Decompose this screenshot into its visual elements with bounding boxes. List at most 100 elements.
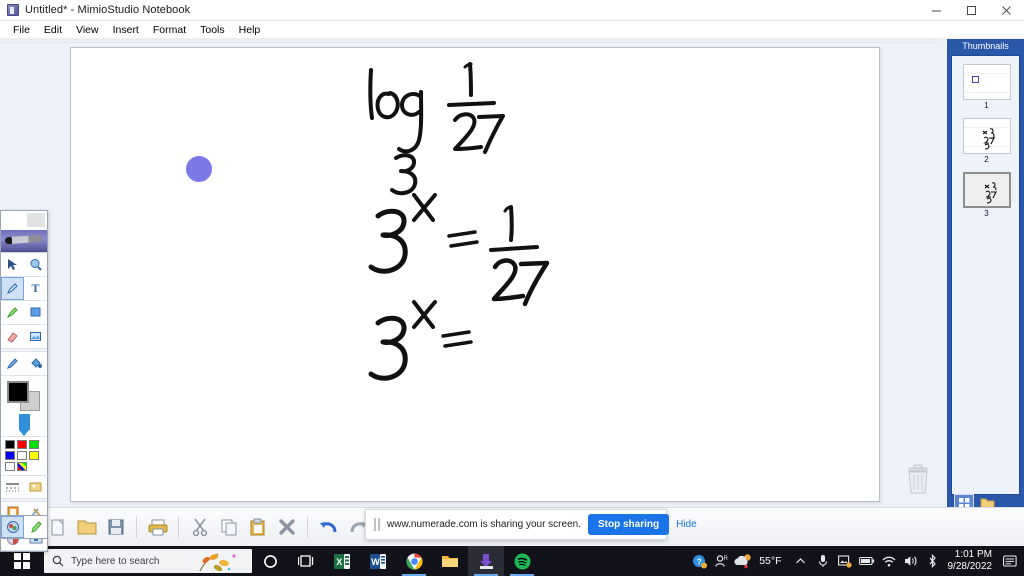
maximize-button[interactable] — [954, 0, 989, 21]
thumbnail-number-3: 3 — [984, 209, 989, 218]
menu-help[interactable]: Help — [232, 23, 268, 37]
excel-icon[interactable]: X — [324, 546, 360, 576]
print-button[interactable] — [144, 514, 171, 541]
pen-tool[interactable] — [1, 277, 24, 300]
line-thickness-control[interactable] — [1, 411, 47, 436]
handwriting-ink — [368, 62, 550, 381]
chrome-icon[interactable] — [396, 546, 432, 576]
thumbnail-number-2: 2 — [984, 155, 989, 164]
swatch-green[interactable] — [29, 440, 39, 449]
battery-icon[interactable] — [856, 546, 878, 576]
bluetooth-icon[interactable] — [922, 546, 944, 576]
thumbnail-preview-1 — [962, 64, 1011, 100]
thumbnail-page-1[interactable]: 1 — [952, 56, 1019, 110]
drag-handle-icon[interactable] — [374, 518, 380, 531]
new-button[interactable] — [44, 514, 71, 541]
recorder-tool[interactable] — [1, 516, 24, 538]
eraser-tool[interactable] — [1, 325, 24, 348]
zoom-tool[interactable] — [24, 253, 47, 276]
clock-date: 9/28/2022 — [947, 561, 993, 572]
hide-button[interactable]: Hide — [676, 519, 697, 530]
cortana-icon[interactable] — [252, 546, 288, 576]
help-icon[interactable]: ? — [688, 546, 710, 576]
preview-swatch — [27, 213, 45, 227]
open-button[interactable] — [73, 514, 100, 541]
weather-widget[interactable]: 55°F — [732, 553, 789, 569]
action-center-icon[interactable] — [1000, 546, 1020, 576]
thumbnail-preview-3 — [962, 172, 1011, 208]
task-view-icon[interactable] — [288, 546, 324, 576]
save-button[interactable] — [102, 514, 129, 541]
swatch-white[interactable] — [17, 451, 27, 460]
foreground-color-swatch[interactable] — [7, 381, 29, 403]
volume-icon[interactable] — [900, 546, 922, 576]
swatch-red[interactable] — [17, 440, 27, 449]
shape-tool[interactable] — [24, 301, 47, 324]
svg-text:X: X — [336, 557, 342, 567]
people-icon[interactable]: R — [710, 546, 732, 576]
vertical-scrollbar[interactable] — [939, 39, 947, 507]
line-style-tool[interactable] — [1, 476, 24, 498]
menu-edit[interactable]: Edit — [37, 23, 69, 37]
swatch-more-colors[interactable] — [17, 462, 27, 471]
cut-button[interactable] — [186, 514, 213, 541]
swatch-none[interactable] — [5, 462, 15, 471]
text-tool[interactable]: T — [24, 277, 47, 300]
notebook-page[interactable] — [70, 47, 928, 502]
menu-format[interactable]: Format — [146, 23, 193, 37]
copy-button[interactable] — [215, 514, 242, 541]
tool-palette: T — [0, 210, 49, 552]
swatch-yellow[interactable] — [29, 451, 39, 460]
close-button[interactable] — [989, 0, 1024, 21]
color-selector — [1, 376, 47, 437]
thumbnails-panel: Thumbnails 1 2 3 — [947, 39, 1024, 512]
delete-button[interactable] — [273, 514, 300, 541]
stop-sharing-button[interactable]: Stop sharing — [587, 514, 670, 535]
tool-row-2: T — [1, 277, 47, 301]
svg-text:R: R — [724, 556, 729, 562]
menu-file[interactable]: File — [6, 23, 37, 37]
swatch-black[interactable] — [5, 440, 15, 449]
swatch-blue[interactable] — [5, 451, 15, 460]
title-bar: Untitled* - MimioStudio Notebook — [0, 0, 1024, 21]
word-icon[interactable]: W — [360, 546, 396, 576]
file-explorer-icon[interactable] — [432, 546, 468, 576]
mimiostudio-icon[interactable] — [468, 546, 504, 576]
tool-row-6 — [1, 476, 47, 499]
foreground-background-colors[interactable] — [7, 381, 41, 411]
thumbnail-page-2[interactable]: 2 — [952, 110, 1019, 164]
show-hidden-icons[interactable] — [790, 546, 812, 576]
thumbnail-2-ink — [982, 128, 995, 150]
thumbnail-page-3[interactable]: 3 — [952, 164, 1019, 218]
image-tool[interactable] — [24, 325, 47, 348]
menu-bar: File Edit View Insert Format Tools Help — [0, 21, 1024, 39]
ink-pen-tool[interactable] — [1, 352, 24, 375]
clock-time: 1:01 PM — [954, 549, 992, 560]
gallery-tool[interactable] — [24, 476, 47, 498]
thumbnail-3-ink — [984, 182, 997, 204]
highlighter-tool[interactable] — [1, 301, 24, 324]
window-title: Untitled* - MimioStudio Notebook — [25, 4, 191, 16]
menu-view[interactable]: View — [69, 23, 106, 37]
minimize-button[interactable] — [919, 0, 954, 21]
taskbar-clock[interactable]: 1:01 PM 9/28/2022 — [944, 549, 1001, 573]
pointer-tool[interactable] — [24, 516, 47, 538]
tool-row-3 — [1, 301, 47, 325]
search-input[interactable]: Type here to search — [44, 549, 252, 573]
fill-tool[interactable] — [24, 352, 47, 375]
windows-taskbar: Type here to search X W ? R 55°F 1:01 PM… — [0, 546, 1024, 576]
search-decoration-icon — [199, 553, 236, 572]
wifi-icon[interactable] — [878, 546, 900, 576]
menu-insert[interactable]: Insert — [106, 23, 146, 37]
menu-tools[interactable]: Tools — [193, 23, 232, 37]
undo-button[interactable] — [315, 514, 342, 541]
thumbnails-list[interactable]: 1 2 3 — [951, 55, 1020, 495]
trash-icon[interactable] — [901, 463, 935, 497]
spotify-icon[interactable] — [504, 546, 540, 576]
photos-icon[interactable] — [834, 546, 856, 576]
select-tool[interactable] — [1, 253, 24, 276]
microphone-icon[interactable] — [812, 546, 834, 576]
paste-button[interactable] — [244, 514, 271, 541]
workspace-topbar — [0, 39, 947, 43]
workspace — [0, 39, 947, 507]
